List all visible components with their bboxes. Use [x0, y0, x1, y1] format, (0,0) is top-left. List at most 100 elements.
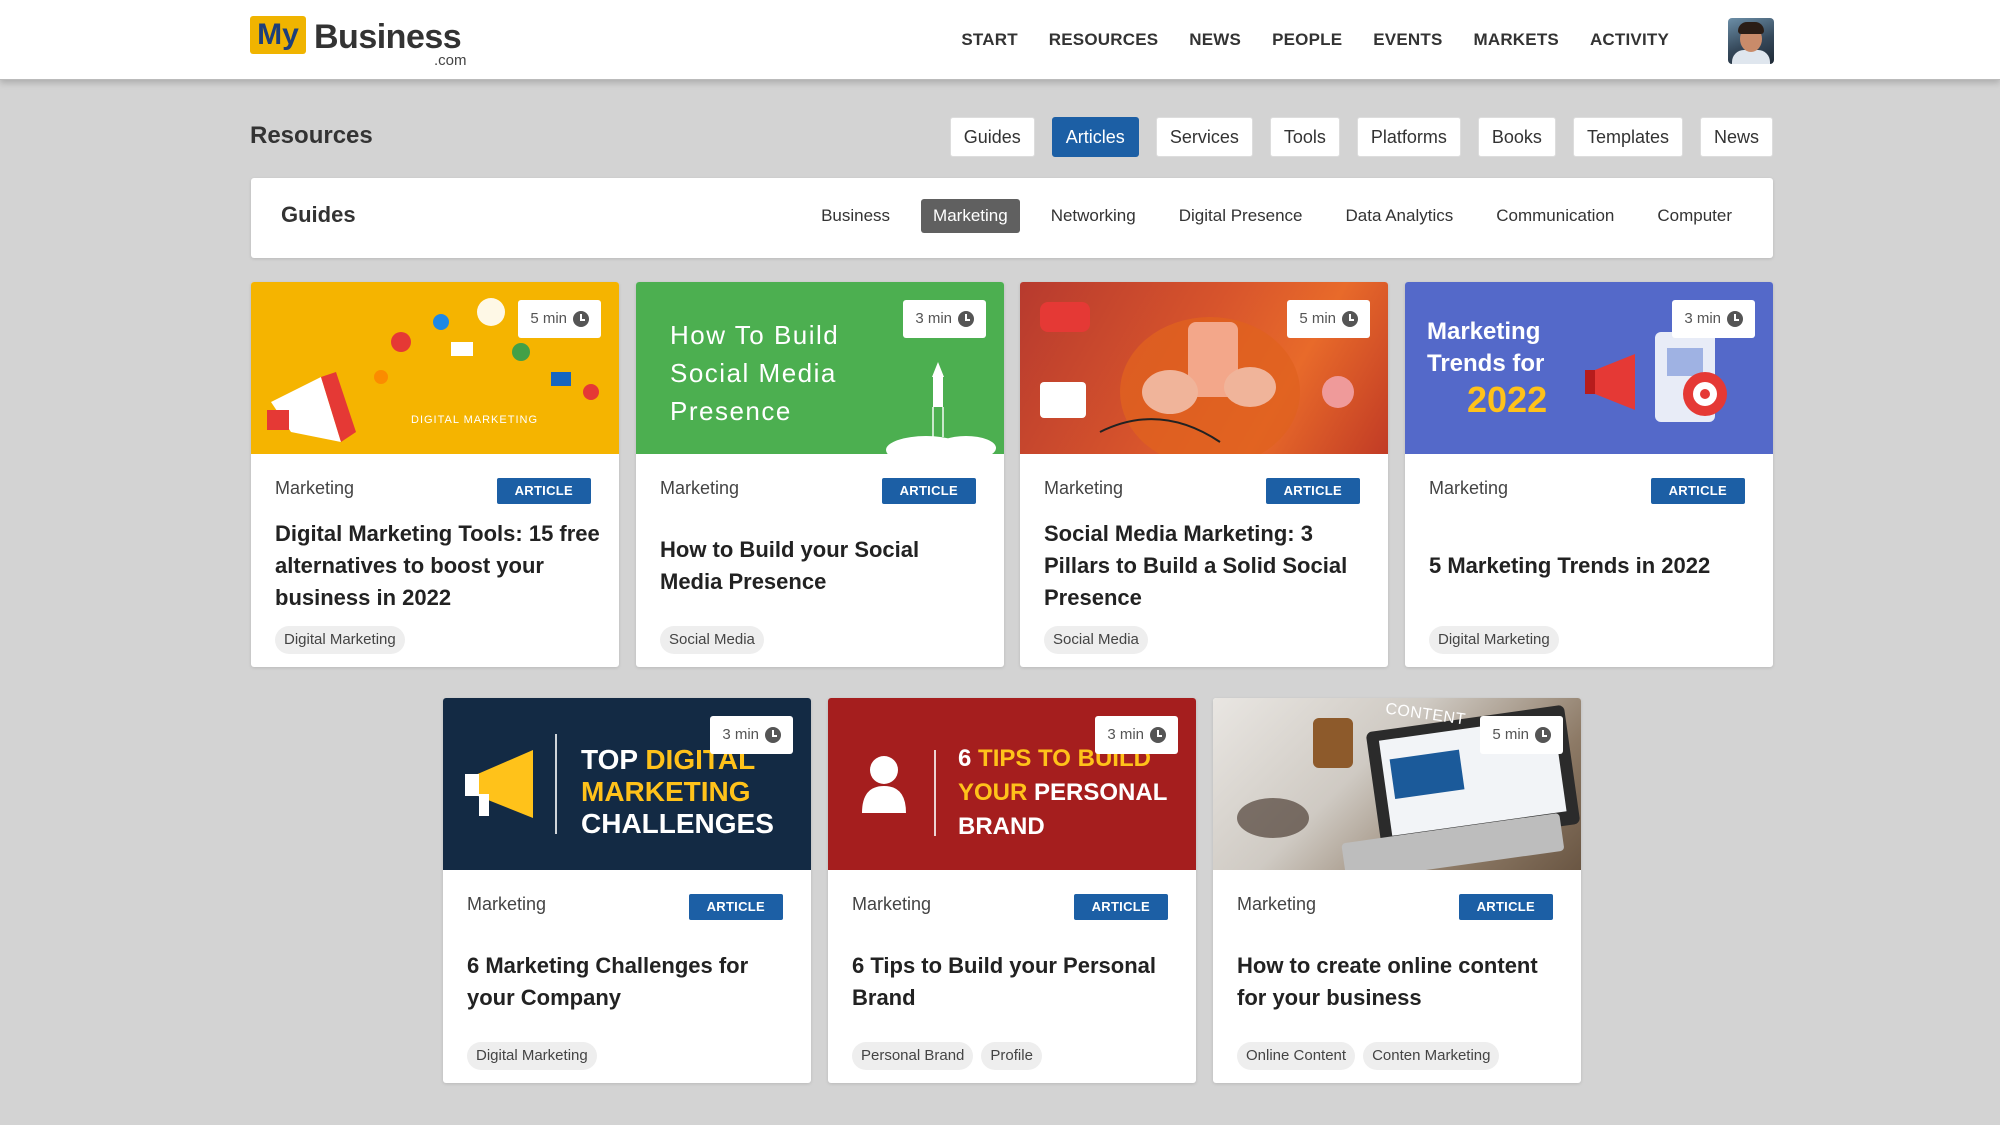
read-time-badge: 5 min: [1480, 716, 1563, 754]
tag[interactable]: Online Content: [1237, 1042, 1356, 1070]
tag-list: Digital Marketing: [1429, 626, 1559, 654]
nav-markets[interactable]: MARKETS: [1473, 30, 1558, 50]
article-card[interactable]: DIGITAL MARKETING 5 min Marketing ARTICL…: [251, 282, 619, 667]
article-type-badge: ARTICLE: [881, 478, 976, 504]
article-type-badge: ARTICLE: [1458, 894, 1553, 920]
logo-my: My: [250, 16, 306, 54]
article-type-badge: ARTICLE: [496, 478, 591, 504]
thumbnail-caption: DIGITAL MARKETING: [411, 414, 539, 426]
article-thumbnail: TOP DIGITAL MARKETING CHALLENGES 3 min: [443, 698, 811, 870]
article-category: Marketing: [467, 894, 547, 914]
article-type-badge: ARTICLE: [1650, 478, 1745, 504]
article-type-badge: ARTICLE: [688, 894, 783, 920]
guide-tab-networking[interactable]: Networking: [1039, 199, 1148, 233]
tab-platforms[interactable]: Platforms: [1356, 117, 1461, 157]
article-type-badge: ARTICLE: [1073, 894, 1168, 920]
read-time: 5 min: [530, 310, 567, 327]
nav-start[interactable]: START: [961, 30, 1017, 50]
tab-articles[interactable]: Articles: [1051, 117, 1139, 157]
article-thumbnail: 6 TIPS TO BUILD YOUR PERSONAL BRAND 3 mi…: [828, 698, 1196, 870]
guide-tab-data-analytics[interactable]: Data Analytics: [1334, 199, 1466, 233]
article-title[interactable]: 6 Tips to Build your Personal Brand: [852, 934, 1178, 1030]
read-time: 3 min: [722, 726, 759, 743]
clock-icon: [1150, 727, 1166, 743]
article-thumbnail: DIGITAL MARKETING 5 min: [251, 282, 619, 454]
article-title[interactable]: Social Media Marketing: 3 Pillars to Bui…: [1044, 518, 1370, 614]
guide-tab-communication[interactable]: Communication: [1484, 199, 1626, 233]
nav-resources[interactable]: RESOURCES: [1049, 30, 1159, 50]
tag[interactable]: Social Media: [660, 626, 764, 654]
read-time: 3 min: [1684, 310, 1721, 327]
tab-tools[interactable]: Tools: [1269, 117, 1340, 157]
user-avatar[interactable]: [1728, 18, 1774, 64]
article-card[interactable]: 6 TIPS TO BUILD YOUR PERSONAL BRAND 3 mi…: [828, 698, 1196, 1083]
nav-activity[interactable]: ACTIVITY: [1590, 30, 1669, 50]
clock-icon: [1342, 311, 1358, 327]
article-category: Marketing: [852, 894, 932, 914]
tag-list: Social Media: [1044, 626, 1148, 654]
article-card[interactable]: 5 min Marketing ARTICLE Social Media Mar…: [1020, 282, 1388, 667]
read-time: 3 min: [915, 310, 952, 327]
nav-events[interactable]: EVENTS: [1373, 30, 1442, 50]
nav-people[interactable]: PEOPLE: [1272, 30, 1342, 50]
tag[interactable]: Conten Marketing: [1363, 1042, 1500, 1070]
tab-services[interactable]: Services: [1155, 117, 1253, 157]
article-title[interactable]: 6 Marketing Challenges for your Company: [467, 934, 793, 1030]
tab-templates[interactable]: Templates: [1572, 117, 1683, 157]
read-time-badge: 3 min: [903, 300, 986, 338]
tag[interactable]: Digital Marketing: [1429, 626, 1559, 654]
tag-list: Social Media: [660, 626, 764, 654]
guide-tab-computer[interactable]: Computer: [1645, 199, 1744, 233]
article-title[interactable]: How to Build your Social Media Presence: [660, 518, 986, 614]
thumbnail-word: YOUR: [958, 779, 1028, 806]
tag-list: Personal Brand Profile: [852, 1042, 1042, 1070]
article-card[interactable]: Marketing Trends for 2022 3 min Marketin…: [1405, 282, 1773, 667]
tab-guides[interactable]: Guides: [949, 117, 1035, 157]
article-card[interactable]: How To Build Social Media Presence 3 min…: [636, 282, 1004, 667]
page-title: Resources: [250, 122, 373, 149]
read-time-badge: 3 min: [710, 716, 793, 754]
article-category: Marketing: [660, 478, 740, 498]
thumbnail-word: TOP: [581, 744, 638, 775]
guide-tab-digital-presence[interactable]: Digital Presence: [1167, 199, 1315, 233]
tag[interactable]: Social Media: [1044, 626, 1148, 654]
tag[interactable]: Digital Marketing: [467, 1042, 597, 1070]
read-time: 3 min: [1107, 726, 1144, 743]
article-thumbnail: Marketing Trends for 2022 3 min: [1405, 282, 1773, 454]
article-title[interactable]: 5 Marketing Trends in 2022: [1429, 518, 1755, 614]
article-title[interactable]: How to create online content for your bu…: [1237, 934, 1563, 1030]
article-type-badge: ARTICLE: [1265, 478, 1360, 504]
tag[interactable]: Personal Brand: [852, 1042, 974, 1070]
tab-books[interactable]: Books: [1477, 117, 1556, 157]
guide-tab-business[interactable]: Business: [809, 199, 902, 233]
guides-panel: Guides Business Marketing Networking Dig…: [251, 178, 1773, 258]
thumbnail-line: MARKETING: [581, 776, 751, 807]
thumbnail-headline: 6 TIPS TO BUILD YOUR PERSONAL BRAND: [958, 742, 1167, 844]
resource-tabs: Guides Articles Services Tools Platforms…: [949, 117, 1773, 157]
avatar-hair: [1738, 22, 1764, 34]
read-time: 5 min: [1492, 726, 1529, 743]
article-thumbnail: 5 min: [1020, 282, 1388, 454]
thumbnail-headline: TOP DIGITAL MARKETING CHALLENGES: [581, 744, 774, 840]
logo-com: .com: [434, 52, 467, 69]
thumbnail-word: 6: [958, 745, 972, 772]
article-card[interactable]: CONTENT 5 min Marketing ARTICLE How to c…: [1213, 698, 1581, 1083]
clock-icon: [958, 311, 974, 327]
main-nav: START RESOURCES NEWS PEOPLE EVENTS MARKE…: [961, 0, 1669, 80]
article-card[interactable]: TOP DIGITAL MARKETING CHALLENGES 3 min M…: [443, 698, 811, 1083]
clock-icon: [1727, 311, 1743, 327]
tag[interactable]: Digital Marketing: [275, 626, 405, 654]
read-time: 5 min: [1299, 310, 1336, 327]
tag-list: Online Content Conten Marketing: [1237, 1042, 1500, 1070]
guides-title: Guides: [281, 202, 356, 227]
article-title[interactable]: Digital Marketing Tools: 15 free alterna…: [275, 518, 601, 614]
tab-news[interactable]: News: [1699, 117, 1773, 157]
article-category: Marketing: [1237, 894, 1317, 914]
read-time-badge: 3 min: [1672, 300, 1755, 338]
guide-tab-marketing[interactable]: Marketing: [921, 199, 1020, 233]
tag[interactable]: Profile: [981, 1042, 1042, 1070]
avatar-body: [1732, 50, 1770, 64]
article-category: Marketing: [1044, 478, 1124, 498]
nav-news[interactable]: NEWS: [1189, 30, 1241, 50]
thumbnail-word: PERSONAL: [1034, 779, 1168, 806]
